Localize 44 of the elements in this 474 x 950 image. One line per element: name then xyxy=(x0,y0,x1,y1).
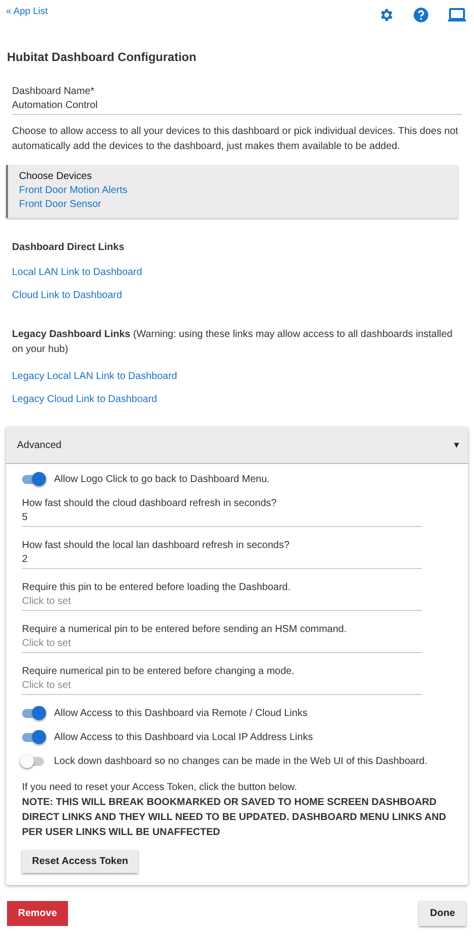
field-label: Require this pin to be entered before loading the Dashboard. xyxy=(22,581,292,595)
toggle-label: Lock down dashboard so no changes can be made in the Web UI of this Dashboard. xyxy=(54,756,428,767)
dashboard-link[interactable]: Local LAN Link to Dashboard xyxy=(12,267,142,278)
field-label: Dashboard Name* xyxy=(12,85,96,99)
toggle-switch[interactable] xyxy=(22,757,44,766)
dashboard-link[interactable]: Legacy Cloud Link to Dashboard xyxy=(12,394,158,405)
remove-button[interactable]: Remove xyxy=(7,901,68,926)
input-field[interactable]: 5 xyxy=(22,511,422,527)
done-button[interactable]: Done xyxy=(419,901,466,926)
reset-instructions: If you need to reset your Access Token, click the button below. xyxy=(22,781,298,795)
picker-label: Choose Devices xyxy=(19,170,93,184)
field-label: How fast should the cloud dashboard refresh in seconds? xyxy=(22,497,278,511)
toggle-label: Allow Access to this Dashboard via Remote / Cloud Links xyxy=(54,708,308,719)
toggle-switch[interactable] xyxy=(22,475,44,484)
reset-token-button[interactable]: Reset Access Token xyxy=(22,850,138,873)
advanced-header[interactable]: Advanced ▾ xyxy=(6,427,468,464)
caret-icon: ▾ xyxy=(454,439,459,451)
field-label: Require a numerical pin to be entered before sending an HSM command. xyxy=(22,623,348,637)
dashboard-link[interactable]: Legacy Local LAN Link to Dashboard xyxy=(12,371,178,382)
settings-icon[interactable] xyxy=(378,7,394,23)
back-link[interactable]: « App List xyxy=(6,6,48,17)
toggle-label: Allow Logo Click to go back to Dashboard Menu. xyxy=(54,474,270,485)
input-field[interactable]: Click to set xyxy=(22,637,422,653)
section-heading: Dashboard Direct Links xyxy=(12,242,126,253)
section-heading: Legacy Dashboard Links (Warning: using these links may allow access to all dashboards installed on your hub) xyxy=(12,328,454,357)
field-label: How fast should the local lan dashboard refresh in seconds? xyxy=(22,539,290,553)
input-field[interactable]: 2 xyxy=(22,553,422,569)
name-field[interactable]: Automation Control xyxy=(12,99,462,115)
input-field[interactable]: Click to set xyxy=(22,595,422,611)
help-icon[interactable] xyxy=(413,7,429,23)
dashboard-link[interactable]: Cloud Link to Dashboard xyxy=(12,290,122,301)
monitor-icon[interactable] xyxy=(448,8,466,22)
toggle-switch[interactable] xyxy=(22,733,44,742)
input-field[interactable]: Click to set xyxy=(22,679,422,695)
warning-note: NOTE: THIS WILL BREAK BOOKMARKED OR SAVED TO HOME SCREEN DASHBOARD DIRECT LINKS AND THEY WILL NEED TO BE UPDATED. DASHBOARD MENU LINKS AND PER USER LINKS WILL BE UNAFFECTED xyxy=(22,796,448,840)
toggle-switch[interactable] xyxy=(22,709,44,718)
device-link[interactable]: Front Door Motion Alerts xyxy=(19,184,128,198)
page-title: Hubitat Dashboard Configuration xyxy=(7,50,198,64)
toggle-label: Allow Access to this Dashboard via Local IP Address Links xyxy=(54,732,313,743)
field-label: Require numerical pin to be entered before changing a mode. xyxy=(22,665,296,679)
devices-description: Choose to allow access to all your devices to this dashboard or pick individual devices. This does not automatically add the devices to the dashboard, just makes them available to be added. xyxy=(12,125,460,154)
device-picker[interactable]: Choose Devices Front Door Motion Alerts Front Door Sensor xyxy=(6,165,458,218)
section-title: Advanced xyxy=(17,440,62,450)
device-link[interactable]: Front Door Sensor xyxy=(19,198,102,212)
